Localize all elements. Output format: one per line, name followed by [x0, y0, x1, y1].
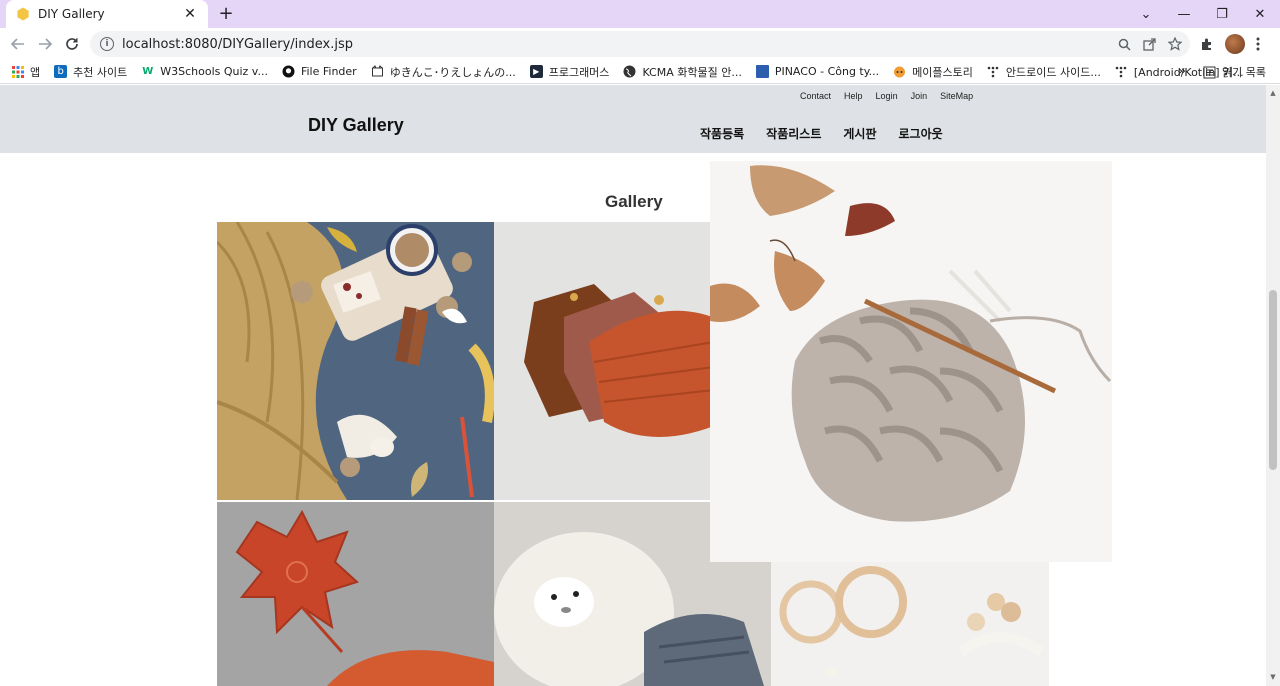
- scroll-up-icon[interactable]: ▲: [1269, 89, 1277, 97]
- bookmarks-bar: 앱 b 추천 사이트 W W3Schools Quiz v... File Fi…: [0, 60, 1280, 84]
- nav-register-work[interactable]: 작품등록: [700, 125, 744, 142]
- sitemap-link[interactable]: SiteMap: [940, 91, 973, 101]
- url-text: localhost:8080/DIYGallery/index.jsp: [122, 36, 353, 52]
- bookmark-programmers[interactable]: ▶ 프로그래머스: [529, 64, 610, 80]
- apps-grid-icon: [11, 65, 24, 78]
- profile-avatar[interactable]: [1225, 28, 1245, 60]
- image-preview-popup[interactable]: [710, 161, 1112, 562]
- bookmark-label: 추천 사이트: [73, 65, 128, 79]
- pinaco-icon: [755, 65, 769, 78]
- bookmark-label: ゆきんこ･りえしょんの...: [389, 65, 516, 79]
- reading-list-icon: [1203, 66, 1216, 78]
- scrollbar-thumb[interactable]: [1269, 290, 1277, 470]
- dots-icon: [1115, 65, 1128, 78]
- site-info-icon[interactable]: i: [100, 37, 114, 51]
- bookmark-label: 메이플스토리: [912, 65, 973, 79]
- bookmark-file-finder[interactable]: File Finder: [282, 65, 357, 78]
- w3schools-icon: W: [142, 66, 154, 77]
- bookmark-label: KCMA 화학물질 안...: [642, 65, 742, 79]
- bookmark-apps[interactable]: 앱: [11, 64, 40, 80]
- bookmark-label: File Finder: [300, 65, 357, 78]
- main-nav: 작품등록 작품리스트 게시판 로그아웃: [700, 125, 943, 142]
- share-icon[interactable]: [1143, 37, 1156, 51]
- bookmarks-more-icon[interactable]: »: [1178, 60, 1186, 84]
- tab-strip: DIY Gallery ✕ + ⌄ — ❐ ✕: [0, 0, 1280, 28]
- page-viewport: Contact Help Login Join SiteMap DIY Gall…: [0, 85, 1266, 686]
- reload-icon[interactable]: [62, 34, 82, 54]
- favicon-icon: [17, 7, 29, 21]
- menu-icon[interactable]: [1256, 28, 1260, 60]
- help-link[interactable]: Help: [844, 91, 863, 101]
- bookmark-label: 프로그래머스: [548, 65, 610, 79]
- globe-icon: [623, 65, 636, 78]
- nav-board[interactable]: 게시판: [843, 125, 876, 142]
- restore-button[interactable]: ❐: [1204, 0, 1240, 28]
- minimize-button[interactable]: —: [1166, 0, 1202, 28]
- nav-logout[interactable]: 로그아웃: [899, 125, 943, 142]
- programmers-icon: ▶: [529, 65, 543, 78]
- new-tab-button[interactable]: +: [216, 4, 236, 24]
- reading-list-button[interactable]: 읽기 목록: [1203, 60, 1266, 84]
- maplestory-icon: [893, 65, 906, 78]
- bookmark-android-side[interactable]: 안드로이드 사이드...: [987, 64, 1101, 80]
- cat-icon: [371, 65, 384, 78]
- browser-tab[interactable]: DIY Gallery ✕: [6, 0, 208, 28]
- bookmark-label: W3Schools Quiz v...: [160, 65, 268, 78]
- close-window-button[interactable]: ✕: [1242, 0, 1278, 28]
- star-icon[interactable]: [1168, 37, 1182, 51]
- gallery-image-crochet-leaf[interactable]: [217, 502, 494, 686]
- dots-icon: [987, 65, 1000, 78]
- bookmark-pinaco[interactable]: PINACO - Công ty...: [755, 65, 880, 78]
- bookmark-kcma[interactable]: KCMA 화학물질 안...: [623, 64, 742, 80]
- tab-search-icon[interactable]: ⌄: [1128, 0, 1164, 28]
- bookmark-recommended[interactable]: b 추천 사이트: [54, 64, 127, 80]
- tab-title: DIY Gallery: [38, 7, 105, 21]
- contact-link[interactable]: Contact: [800, 91, 831, 101]
- zoom-icon[interactable]: [1118, 38, 1131, 51]
- join-link[interactable]: Join: [911, 91, 928, 101]
- bookmark-label: 안드로이드 사이드...: [1005, 65, 1101, 79]
- bookmark-label: 앱: [30, 65, 41, 79]
- nav-work-list[interactable]: 작품리스트: [766, 125, 821, 142]
- tab-close-icon[interactable]: ✕: [182, 6, 198, 22]
- extensions-icon[interactable]: [1200, 28, 1214, 60]
- bookmark-maplestory[interactable]: 메이플스토리: [893, 64, 973, 80]
- bookmark-w3schools[interactable]: W W3Schools Quiz v...: [141, 65, 268, 78]
- utility-nav: Contact Help Login Join SiteMap: [800, 91, 973, 101]
- back-icon[interactable]: [8, 34, 28, 54]
- bing-icon: b: [54, 65, 68, 78]
- scroll-down-icon[interactable]: ▼: [1269, 673, 1277, 681]
- browser-toolbar: i localhost:8080/DIYGallery/index.jsp: [0, 28, 1280, 60]
- reading-list-label: 읽기 목록: [1222, 66, 1266, 79]
- gallery-image-sweater-coffee[interactable]: [217, 222, 494, 500]
- gallery-title: Gallery: [605, 192, 663, 211]
- page-scrollbar[interactable]: ▲ ▼: [1266, 85, 1280, 686]
- site-header: Contact Help Login Join SiteMap DIY Gall…: [0, 85, 1266, 153]
- bookmark-label: PINACO - Công ty...: [774, 65, 880, 78]
- github-icon: [282, 65, 295, 78]
- site-logo[interactable]: DIY Gallery: [308, 115, 404, 136]
- bookmark-yukinko[interactable]: ゆきんこ･りえしょんの...: [371, 64, 516, 80]
- login-link[interactable]: Login: [876, 91, 898, 101]
- address-bar[interactable]: i localhost:8080/DIYGallery/index.jsp: [90, 31, 1190, 57]
- forward-icon[interactable]: [35, 34, 55, 54]
